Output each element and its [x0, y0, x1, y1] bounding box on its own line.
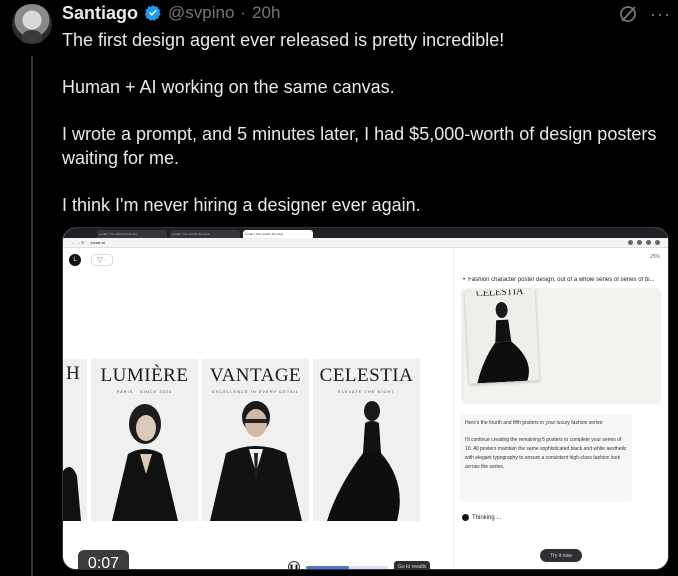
tweet-line: I think I'm never hiring a designer ever…: [62, 194, 421, 215]
poster-figure-image: [111, 404, 178, 521]
profile-icon[interactable]: [655, 240, 660, 245]
browser-tab-bar: Lovart | The World's First De Lovart | T…: [63, 228, 668, 238]
browser-tab[interactable]: Lovart | The World's First De: [97, 230, 167, 238]
tweet-line: The first design agent ever released is …: [62, 30, 505, 50]
tweet-tools: ···: [618, 4, 671, 24]
tweet-time[interactable]: 20h: [252, 3, 280, 23]
extension-icon[interactable]: [637, 240, 642, 245]
thread-connector-line: [31, 56, 33, 576]
poster-preview-frame[interactable]: CELESTIA: [461, 288, 661, 404]
poster-title: H: [66, 363, 81, 384]
browser-tab[interactable]: Lovart | The world's first desi: [243, 230, 313, 238]
message-text: I'll continue creating the remaining 5 p…: [465, 437, 627, 470]
go-to-results-button[interactable]: Go to results: [394, 561, 431, 569]
poster-card[interactable]: LUMIÈRE PARIS · SINCE 2024: [91, 359, 198, 521]
extension-icon[interactable]: [628, 240, 633, 245]
author-name[interactable]: Santiago: [62, 3, 138, 24]
video-media[interactable]: Lovart | The World's First De Lovart | T…: [62, 227, 669, 570]
browser-address-bar: ← → ↻ lovart.ai: [63, 238, 668, 248]
poster-subtitle: PARIS · SINCE 2024: [116, 389, 173, 394]
poster-card[interactable]: CELESTIA ELEVATE THE NIGHT: [313, 359, 420, 521]
avatar[interactable]: [12, 4, 52, 44]
video-timestamp: 0:07: [78, 550, 129, 569]
poster-card[interactable]: H: [63, 359, 87, 521]
agent-avatar-icon: [462, 514, 469, 521]
header-separator: ·: [240, 3, 247, 22]
browser-toolbar-icons: [628, 240, 660, 245]
author-handle[interactable]: @svpino: [168, 3, 234, 23]
poster-card[interactable]: VANTAGE EXCELLENCE IN EVERY DETAIL: [202, 359, 309, 521]
tweet-body: The first design agent ever released is …: [62, 29, 662, 241]
thinking-label: Thinking ...: [472, 514, 502, 521]
poster-title: VANTAGE: [209, 365, 302, 386]
more-options-icon[interactable]: ···: [650, 5, 671, 23]
thinking-indicator: Thinking ...: [462, 514, 501, 521]
grok-icon[interactable]: [618, 4, 638, 24]
extension-icon[interactable]: [646, 240, 651, 245]
replay-progress-fill: [306, 565, 349, 569]
shape-tool-dropdown[interactable]: ▽ ·: [91, 254, 113, 266]
nav-arrows-icon[interactable]: ← → ↻: [71, 240, 85, 245]
tweet-line: Human + AI working on the same canvas.: [62, 77, 395, 97]
poster-figure-image: [326, 401, 400, 521]
poster-title: LUMIÈRE: [100, 365, 189, 386]
chat-panel: 25% Fashion character poster design, out…: [453, 248, 668, 569]
verified-badge-icon: [144, 5, 161, 21]
poster-figure-image: [63, 467, 81, 521]
message-text: Here's the fourth and fifth posters in y…: [465, 420, 604, 426]
poster-thumbnail[interactable]: CELESTIA: [464, 288, 540, 384]
chat-panel-title: Fashion character poster design, out of …: [463, 277, 668, 283]
app-logo[interactable]: L: [69, 254, 81, 266]
replay-player: ❚❚ Go to results: [288, 556, 443, 569]
design-canvas[interactable]: L ▽ · H LUMIÈRE PARIS · SINCE 2024 VANTA…: [63, 248, 453, 569]
tweet-header: Santiago @svpino · 20h: [62, 2, 280, 24]
replay-progress-bar[interactable]: [306, 565, 388, 569]
assistant-message: Here's the fourth and fifth posters in y…: [460, 414, 632, 502]
tweet-line: I wrote a prompt, and 5 minutes later, I…: [62, 124, 657, 168]
try-it-now-button[interactable]: Try it now: [540, 549, 582, 562]
zoom-level[interactable]: 25%: [650, 254, 660, 260]
browser-tab[interactable]: Lovart | The world's first desi: [170, 230, 240, 238]
pause-icon[interactable]: ❚❚: [288, 561, 300, 569]
poster-figure-image: [209, 401, 302, 521]
browser-url[interactable]: lovart.ai: [91, 240, 105, 245]
poster-title: CELESTIA: [319, 365, 414, 386]
thumbnail-figure-image: [477, 301, 529, 384]
